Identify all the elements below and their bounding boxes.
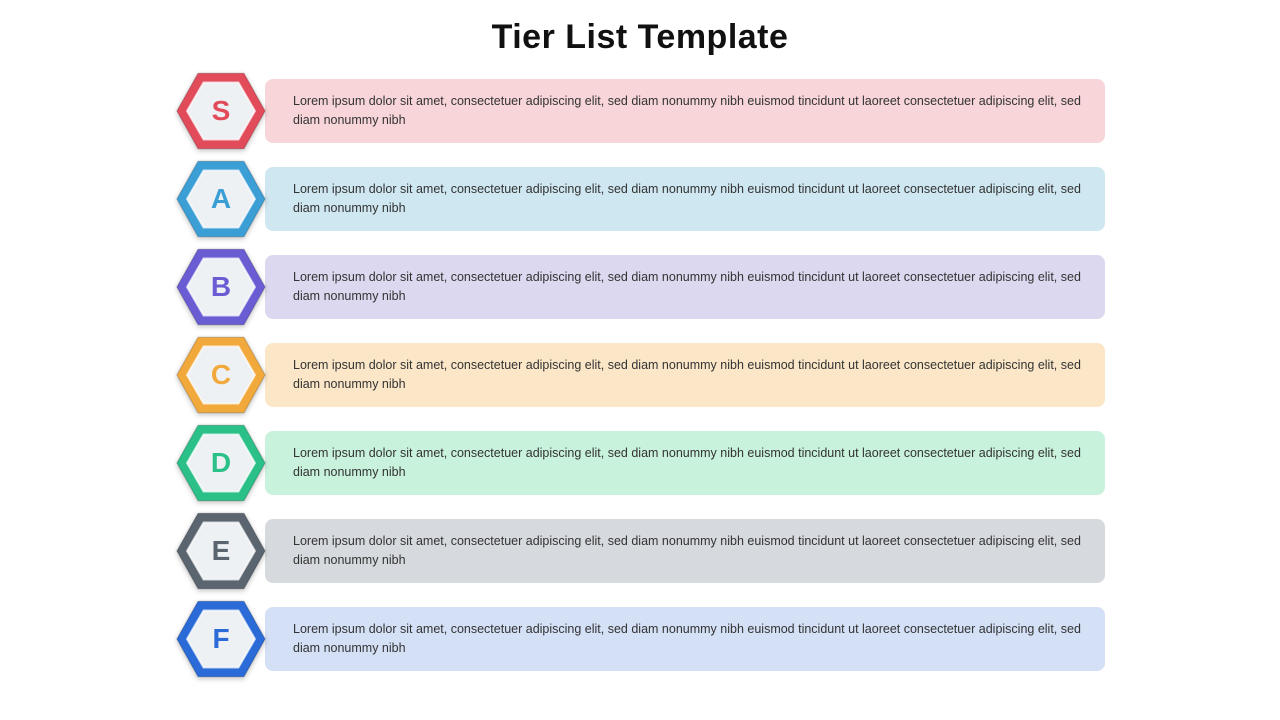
tier-bar: Lorem ipsum dolor sit amet, consectetuer… (265, 255, 1105, 319)
tier-hexagon-icon: A (175, 159, 267, 239)
tier-letter: S (212, 95, 231, 127)
tier-description: Lorem ipsum dolor sit amet, consectetuer… (293, 180, 1085, 218)
tier-hexagon-icon: C (175, 335, 267, 415)
tier-row-c: Lorem ipsum dolor sit amet, consectetuer… (175, 343, 1105, 407)
tier-row-f: Lorem ipsum dolor sit amet, consectetuer… (175, 607, 1105, 671)
tier-description: Lorem ipsum dolor sit amet, consectetuer… (293, 620, 1085, 658)
tier-description: Lorem ipsum dolor sit amet, consectetuer… (293, 532, 1085, 570)
slide: Tier List Template Lorem ipsum dolor sit… (0, 0, 1280, 720)
tier-row-a: Lorem ipsum dolor sit amet, consectetuer… (175, 167, 1105, 231)
tier-row-e: Lorem ipsum dolor sit amet, consectetuer… (175, 519, 1105, 583)
tier-bar: Lorem ipsum dolor sit amet, consectetuer… (265, 79, 1105, 143)
tier-hexagon-icon: E (175, 511, 267, 591)
tier-bar: Lorem ipsum dolor sit amet, consectetuer… (265, 519, 1105, 583)
tier-hexagon-icon: D (175, 423, 267, 503)
tier-letter: F (212, 623, 229, 655)
tier-description: Lorem ipsum dolor sit amet, consectetuer… (293, 92, 1085, 130)
tier-description: Lorem ipsum dolor sit amet, consectetuer… (293, 268, 1085, 306)
tier-letter: A (211, 183, 231, 215)
tier-hexagon-icon: S (175, 71, 267, 151)
tier-list: Lorem ipsum dolor sit amet, consectetuer… (175, 79, 1105, 671)
tier-bar: Lorem ipsum dolor sit amet, consectetuer… (265, 607, 1105, 671)
tier-row-s: Lorem ipsum dolor sit amet, consectetuer… (175, 79, 1105, 143)
tier-hexagon-icon: F (175, 599, 267, 679)
tier-letter: C (211, 359, 231, 391)
tier-row-b: Lorem ipsum dolor sit amet, consectetuer… (175, 255, 1105, 319)
tier-row-d: Lorem ipsum dolor sit amet, consectetuer… (175, 431, 1105, 495)
slide-title: Tier List Template (492, 18, 789, 57)
tier-bar: Lorem ipsum dolor sit amet, consectetuer… (265, 167, 1105, 231)
tier-letter: E (212, 535, 231, 567)
tier-description: Lorem ipsum dolor sit amet, consectetuer… (293, 356, 1085, 394)
tier-hexagon-icon: B (175, 247, 267, 327)
tier-letter: D (211, 447, 231, 479)
tier-letter: B (211, 271, 231, 303)
tier-description: Lorem ipsum dolor sit amet, consectetuer… (293, 444, 1085, 482)
tier-bar: Lorem ipsum dolor sit amet, consectetuer… (265, 431, 1105, 495)
tier-bar: Lorem ipsum dolor sit amet, consectetuer… (265, 343, 1105, 407)
